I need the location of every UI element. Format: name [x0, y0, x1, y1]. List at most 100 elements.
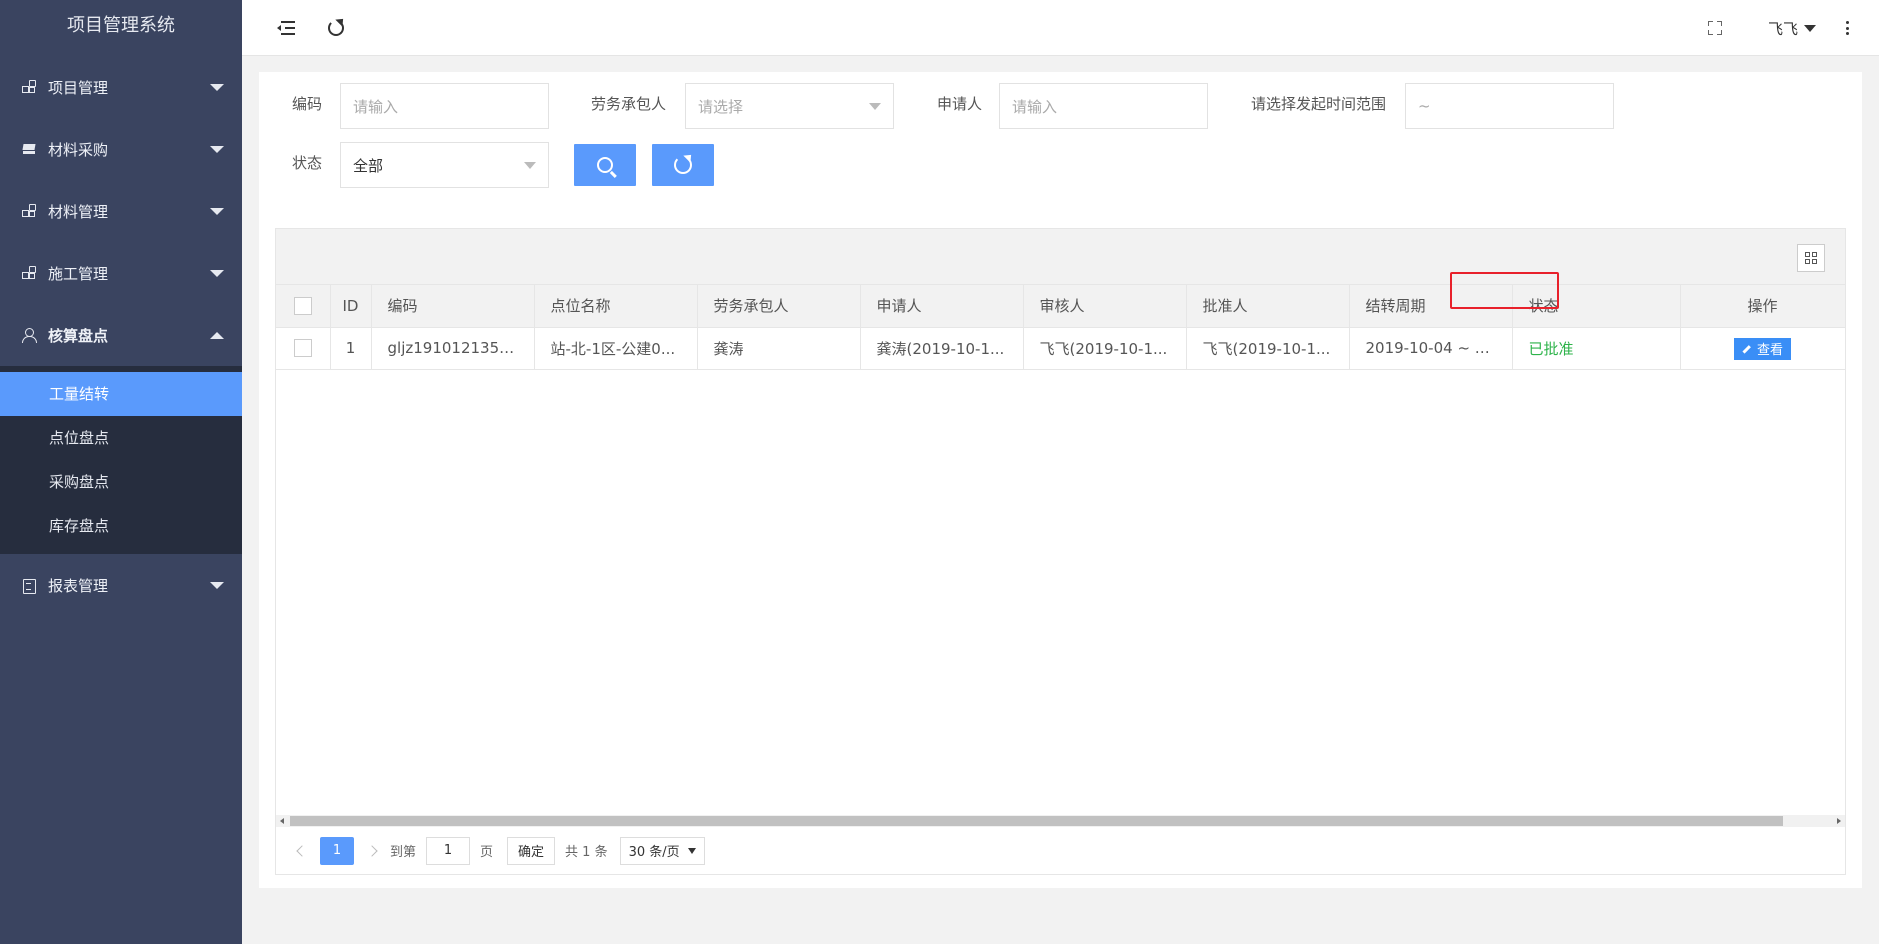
layers-icon: [22, 142, 36, 156]
chevron-down-icon: [524, 162, 536, 169]
contractor-label: 劳务承包人: [591, 95, 667, 113]
chevron-down-icon: [210, 582, 224, 589]
column-header-id[interactable]: ID: [330, 285, 372, 328]
refresh-button[interactable]: [322, 14, 350, 42]
sidebar-item-label: 项目管理: [48, 78, 109, 97]
prev-page-icon[interactable]: [296, 844, 308, 857]
submenu-item-workload-transfer[interactable]: 工量结转: [0, 372, 242, 416]
column-header-approver[interactable]: 批准人: [1186, 285, 1350, 328]
column-header-status[interactable]: 状态: [1512, 285, 1681, 328]
sidebar-item-material-purchase[interactable]: 材料采购: [0, 118, 242, 180]
total-count: 共 1 条: [565, 845, 608, 860]
caret-down-icon: [687, 847, 696, 854]
scroll-left-icon[interactable]: [280, 818, 284, 824]
caret-down-icon: [1804, 24, 1816, 32]
pagination: 1 到第 1 页 确定 共 1 条 30 条/页: [276, 827, 1845, 874]
sidebar: 项目管理系统 项目管理 材料采购 材料管理 施工管理 核算盘点 工量结转 点位盘…: [0, 0, 242, 944]
sidebar-item-label: 报表管理: [48, 576, 109, 595]
page-size-select[interactable]: 30 条/页: [619, 836, 705, 865]
grid-icon: [22, 204, 36, 218]
column-header-action: 操作: [1680, 285, 1846, 328]
next-page-icon[interactable]: [366, 844, 378, 857]
page-unit-label: 页: [480, 845, 494, 860]
more-vertical-icon: [1845, 21, 1849, 35]
scroll-right-icon[interactable]: [1837, 818, 1841, 824]
cell-id: 1: [330, 327, 372, 370]
main-panel: 编码 请输入 劳务承包人 请选择 申请人 请输入 请选择发起时间范围 ~ 状态 …: [259, 72, 1862, 888]
menu-fold-icon: [277, 21, 295, 35]
code-input-placeholder: 请输入: [353, 97, 399, 116]
contractor-select[interactable]: 请选择: [685, 83, 894, 129]
scrollbar-thumb[interactable]: [290, 816, 1783, 826]
horizontal-scrollbar[interactable]: [276, 815, 1845, 827]
submenu-item-purchase-inventory[interactable]: 采购盘点: [0, 460, 242, 504]
chevron-down-icon: [869, 103, 881, 110]
page-size-value: 30 条/页: [628, 845, 680, 860]
cell-applicant: 龚涛(2019-10-1...: [860, 327, 1024, 370]
time-range-input[interactable]: ~: [1405, 83, 1614, 129]
sidebar-item-accounting[interactable]: 核算盘点: [0, 304, 242, 366]
sidebar-item-label: 施工管理: [48, 264, 109, 283]
menu-toggle-button[interactable]: [272, 14, 300, 42]
columns-icon: [1805, 252, 1817, 264]
row-select-cell: [276, 327, 331, 370]
data-table-container: ID 编码 点位名称 劳务承包人 申请人 审核人 批准人 结转周期 状态 操作 …: [275, 228, 1846, 875]
column-filter-button[interactable]: [1797, 244, 1825, 272]
table-header-row: ID 编码 点位名称 劳务承包人 申请人 审核人 批准人 结转周期 状态 操作: [276, 285, 1846, 328]
column-header-location[interactable]: 点位名称: [534, 285, 698, 328]
chevron-down-icon: [210, 208, 224, 215]
column-header-period[interactable]: 结转周期: [1349, 285, 1513, 328]
submenu-item-point-inventory[interactable]: 点位盘点: [0, 416, 242, 460]
app-title: 项目管理系统: [0, 0, 242, 56]
applicant-input-placeholder: 请输入: [1012, 97, 1058, 116]
contractor-select-placeholder: 请选择: [698, 97, 744, 116]
data-table: ID 编码 点位名称 劳务承包人 申请人 审核人 批准人 结转周期 状态 操作 …: [276, 285, 1846, 370]
grid-icon: [22, 266, 36, 280]
table-row: 1 gljz1910121355... 站-北-1区-公建0... 龚涛 龚涛(…: [276, 327, 1846, 370]
page-number-current[interactable]: 1: [320, 836, 354, 865]
goto-confirm-button[interactable]: 确定: [507, 836, 556, 865]
reset-button[interactable]: [652, 144, 714, 186]
column-header-code[interactable]: 编码: [371, 285, 535, 328]
sidebar-item-label: 材料采购: [48, 140, 109, 159]
goto-page-input[interactable]: 1: [426, 836, 471, 865]
accounting-submenu: 工量结转 点位盘点 采购盘点 库存盘点: [0, 366, 242, 554]
sidebar-item-label: 材料管理: [48, 202, 109, 221]
chevron-down-icon: [210, 84, 224, 91]
fullscreen-button[interactable]: [1701, 14, 1729, 42]
goto-label: 到第: [390, 845, 417, 860]
table-toolbar: [276, 229, 1845, 285]
view-button[interactable]: 查看: [1733, 337, 1791, 360]
sidebar-item-project[interactable]: 项目管理: [0, 56, 242, 118]
more-button[interactable]: [1833, 14, 1861, 42]
sidebar-item-material-management[interactable]: 材料管理: [0, 180, 242, 242]
select-all-cell: [276, 285, 331, 328]
fullscreen-icon: [1708, 21, 1722, 35]
edit-icon: [1742, 344, 1751, 353]
select-all-checkbox[interactable]: [293, 297, 312, 315]
search-button[interactable]: [574, 144, 636, 186]
chevron-down-icon: [210, 270, 224, 277]
row-checkbox[interactable]: [293, 339, 312, 358]
column-header-reviewer[interactable]: 审核人: [1023, 285, 1187, 328]
clipboard-icon: [22, 578, 36, 594]
cell-code: gljz1910121355...: [371, 327, 535, 370]
sidebar-item-construction[interactable]: 施工管理: [0, 242, 242, 304]
applicant-input[interactable]: 请输入: [999, 83, 1208, 129]
cell-reviewer: 飞飞(2019-10-1...: [1023, 327, 1187, 370]
status-label: 状态: [292, 154, 323, 172]
refresh-icon: [328, 20, 344, 36]
time-range-value: ~: [1418, 97, 1431, 115]
code-input[interactable]: 请输入: [340, 83, 549, 129]
column-header-applicant[interactable]: 申请人: [860, 285, 1024, 328]
status-select[interactable]: 全部: [340, 142, 549, 188]
column-header-contractor[interactable]: 劳务承包人: [697, 285, 861, 328]
cell-location: 站-北-1区-公建0...: [534, 327, 698, 370]
refresh-icon: [674, 156, 692, 174]
cell-contractor: 龚涛: [697, 327, 861, 370]
submenu-item-stock-inventory[interactable]: 库存盘点: [0, 504, 242, 548]
cell-status: 已批准: [1512, 327, 1681, 370]
sidebar-item-reports[interactable]: 报表管理: [0, 554, 242, 616]
search-icon: [597, 157, 613, 173]
user-menu[interactable]: 飞飞: [1768, 16, 1816, 40]
